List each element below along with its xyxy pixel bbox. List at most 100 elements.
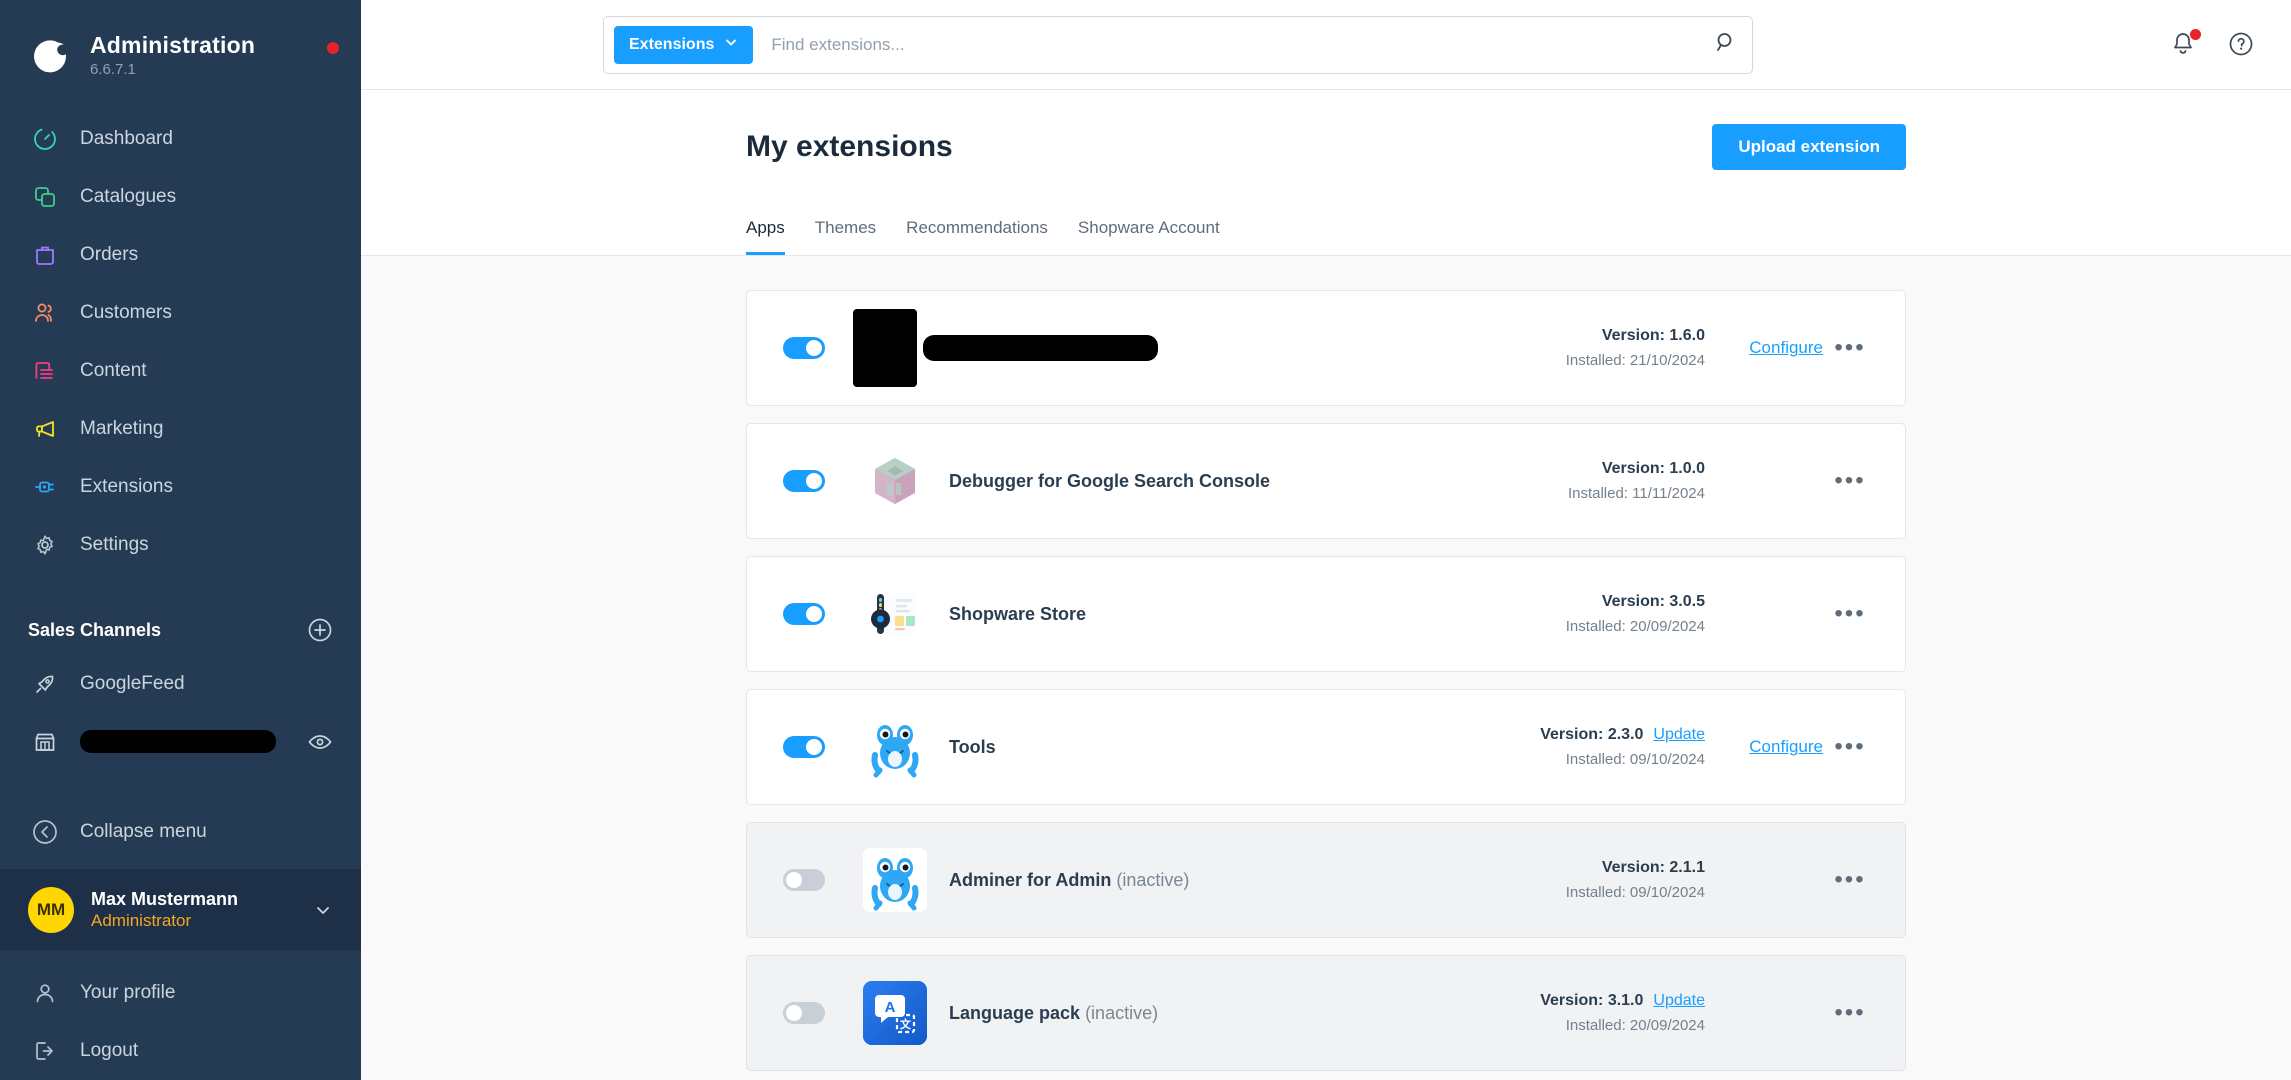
sales-channels-list: GoogleFeed <box>0 655 361 771</box>
extension-row: Debugger for Google Search Console Versi… <box>746 423 1906 539</box>
sidebar-item-settings[interactable]: Settings <box>0 516 361 574</box>
extension-active-toggle[interactable] <box>783 603 825 625</box>
sales-channel-item[interactable]: GoogleFeed <box>0 655 361 713</box>
extension-active-toggle[interactable] <box>783 869 825 891</box>
eye-icon[interactable] <box>307 729 333 755</box>
extensions-icon <box>28 470 62 504</box>
sidebar-nav: Dashboard Catalogues Orders Customers Conten… <box>0 110 361 574</box>
redacted-channel-name <box>80 730 276 754</box>
extension-installed-date: Installed: 09/10/2024 <box>1565 751 1705 768</box>
extension-installed-date: Installed: 11/11/2024 <box>1567 485 1705 502</box>
sidebar-bottom-nav: Your profile Logout <box>0 950 361 1080</box>
sidebar-brand-title: Administration <box>90 32 256 59</box>
page-header: My extensions Upload extension Apps Theme… <box>361 90 2291 256</box>
search-icon[interactable] <box>1714 30 1738 59</box>
user-role: Administrator <box>91 911 192 931</box>
sidebar-item-marketing[interactable]: Marketing <box>0 400 361 458</box>
extension-active-toggle[interactable] <box>783 337 825 359</box>
help-circle-icon[interactable] <box>2227 30 2257 60</box>
toggle-knob <box>806 473 822 489</box>
context-menu-icon[interactable]: ••• <box>1823 1001 1877 1025</box>
tab-recommendations[interactable]: Recommendations <box>906 218 1048 255</box>
search-input[interactable] <box>771 34 1714 55</box>
extension-row: A 文 Language pack (inactive) Version: 3.1.… <box>746 955 1906 1071</box>
sidebar-brand-version: 6.6.7.1 <box>90 60 136 78</box>
extension-list: Version: 1.6.0 Installed: 21/10/2024 Con… <box>746 256 1906 1080</box>
page-title: My extensions <box>746 130 953 163</box>
sidebar-item-catalogues[interactable]: Catalogues <box>0 168 361 226</box>
extension-name: Shopware Store <box>949 604 1086 625</box>
extension-version: Version: 3.1.0 <box>1540 992 1644 1009</box>
context-menu-icon[interactable]: ••• <box>1823 336 1877 360</box>
extension-meta: Version: 1.6.0 Installed: 21/10/2024 <box>1566 327 1705 369</box>
global-search: Extensions <box>603 15 1753 74</box>
extension-name-text: Tools <box>949 736 996 757</box>
catalogues-icon <box>28 180 62 214</box>
sidebar-item-label: Catalogues <box>80 185 177 207</box>
update-link[interactable]: Update <box>1653 726 1705 744</box>
sidebar-item-content[interactable]: Content <box>0 342 361 400</box>
sidebar-item-customers[interactable]: Customers <box>0 284 361 342</box>
context-menu-icon[interactable]: ••• <box>1823 868 1877 892</box>
notification-badge <box>2190 28 2201 40</box>
extension-version-row: Version: 1.6.0 <box>1566 327 1705 345</box>
context-menu-icon[interactable]: ••• <box>1823 735 1877 759</box>
tab-shopware-account[interactable]: Shopware Account <box>1078 218 1220 255</box>
marketing-icon <box>28 412 62 446</box>
extension-active-toggle[interactable] <box>783 1002 825 1024</box>
sidebar-item-label: Logout <box>80 1040 139 1061</box>
sidebar-brand[interactable]: Administration 6.6.7.1 <box>0 0 361 88</box>
extension-name-text: Language pack <box>949 1002 1081 1023</box>
toggle-knob <box>786 872 802 888</box>
extension-meta: Version: 2.1.1 Installed: 09/10/2024 <box>1566 859 1705 901</box>
tab-bar: Apps Themes Recommendations Shopware Accoun… <box>746 218 1906 255</box>
search-scope-button[interactable]: Extensions <box>614 25 754 64</box>
sidebar-item-dashboard[interactable]: Dashboard <box>0 110 361 168</box>
user-name: Max Mustermann <box>91 888 239 909</box>
context-menu-icon[interactable]: ••• <box>1823 602 1877 626</box>
upload-extension-button[interactable]: Upload extension <box>1712 124 1906 170</box>
configure-link[interactable]: Configure <box>1749 737 1823 756</box>
redacted-extension-name <box>923 335 1158 361</box>
sales-channel-item[interactable] <box>0 713 361 771</box>
tab-apps[interactable]: Apps <box>746 218 785 255</box>
extension-active-toggle[interactable] <box>783 736 825 758</box>
rocket-icon <box>28 667 62 701</box>
collapse-menu-button[interactable]: Collapse menu <box>0 805 361 860</box>
sidebar-item-label: Settings <box>80 533 149 555</box>
logout-icon <box>28 1034 62 1068</box>
main-area: Extensions Find extensions... My extensi… <box>361 0 2291 1080</box>
extension-active-toggle[interactable] <box>783 470 825 492</box>
extension-meta: Version: 2.3.0 Update Installed: 09/10/2… <box>1540 726 1705 768</box>
user-menu[interactable]: MM Max Mustermann Administrator <box>0 869 361 950</box>
svg-text:文: 文 <box>900 1017 912 1031</box>
collapse-left-icon <box>28 815 62 849</box>
bell-icon[interactable] <box>2169 28 2201 60</box>
sales-channel-label: GoogleFeed <box>80 672 185 694</box>
context-menu-icon[interactable]: ••• <box>1823 469 1877 493</box>
update-link[interactable]: Update <box>1653 992 1705 1010</box>
tab-themes[interactable]: Themes <box>815 218 876 255</box>
avatar: MM <box>28 886 74 933</box>
sidebar-item-logout[interactable]: Logout <box>0 1022 361 1080</box>
toggle-knob <box>786 1005 802 1021</box>
sidebar-item-your-profile[interactable]: Your profile <box>0 964 361 1022</box>
extension-version: Version: 2.3.0 <box>1540 726 1644 743</box>
sidebar-item-label: Dashboard <box>80 127 173 149</box>
extension-name: Adminer for Admin (inactive) <box>949 870 1189 891</box>
extension-meta: Version: 1.0.0 Installed: 11/11/2024 <box>1568 460 1705 502</box>
sidebar-item-label: Customers <box>80 301 172 323</box>
sidebar-item-label: Content <box>80 359 147 381</box>
sidebar-item-extensions[interactable]: Extensions <box>0 458 361 516</box>
plus-circle-icon[interactable] <box>307 617 333 643</box>
sidebar: Administration 6.6.7.1 Dashboard Catalogu… <box>0 0 361 1080</box>
configure-cell: Configure <box>1705 338 1823 358</box>
configure-cell: Configure <box>1705 737 1823 757</box>
configure-link[interactable]: Configure <box>1749 338 1823 357</box>
extension-name: Tools <box>949 737 996 758</box>
toggle-knob <box>806 340 822 356</box>
extension-row: Shopware Store Version: 3.0.5 Installed:… <box>746 556 1906 672</box>
sidebar-item-orders[interactable]: Orders <box>0 226 361 284</box>
toggle-knob <box>806 606 822 622</box>
sidebar-item-label: Extensions <box>80 475 173 497</box>
